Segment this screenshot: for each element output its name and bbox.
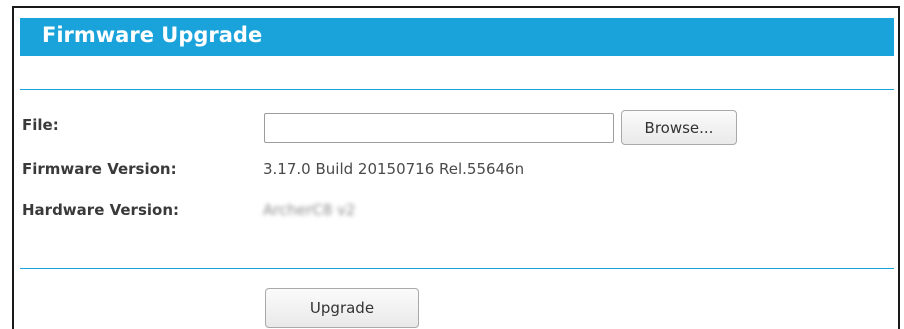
hardware-version-value: ArcherC8 v2: [263, 201, 356, 219]
firmware-version-value: 3.17.0 Build 20150716 Rel.55646n: [263, 160, 525, 178]
bottom-divider: [20, 268, 894, 269]
hardware-version-label: Hardware Version:: [22, 201, 179, 219]
firmware-upgrade-panel: Firmware Upgrade File: Browse... Firmwar…: [12, 6, 900, 329]
firmware-version-label: Firmware Version:: [22, 160, 177, 178]
panel-title: Firmware Upgrade: [42, 23, 263, 47]
panel-header: Firmware Upgrade: [20, 18, 894, 56]
file-label: File:: [22, 116, 59, 134]
upgrade-button[interactable]: Upgrade: [265, 288, 419, 328]
top-divider: [20, 89, 894, 90]
browse-button[interactable]: Browse...: [621, 110, 737, 145]
file-path-field[interactable]: [264, 113, 614, 143]
